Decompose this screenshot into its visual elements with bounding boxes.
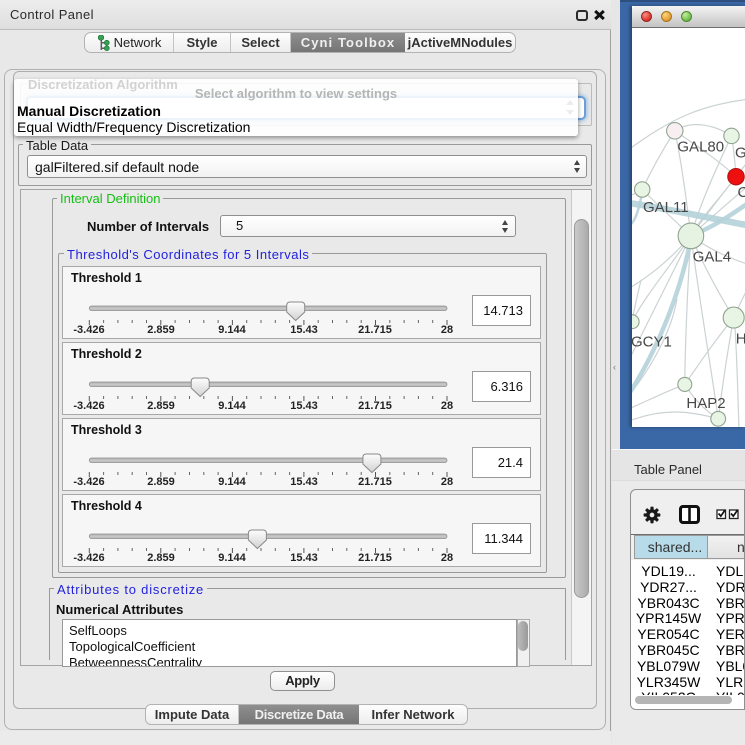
svg-text:C: C xyxy=(738,184,745,201)
svg-text:GAL4: GAL4 xyxy=(693,248,731,265)
svg-text:HAP2: HAP2 xyxy=(686,395,725,412)
svg-text:GCY1: GCY1 xyxy=(632,333,672,350)
svg-text:GAL80: GAL80 xyxy=(677,139,724,156)
svg-text:H: H xyxy=(736,330,745,347)
svg-text:G.: G. xyxy=(735,145,745,162)
svg-text:GAL11: GAL11 xyxy=(643,199,689,216)
